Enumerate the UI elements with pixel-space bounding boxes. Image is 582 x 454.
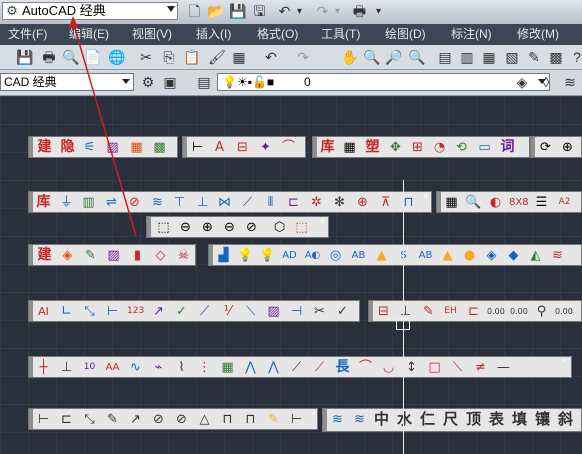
annotation-arrow-head: [68, 16, 78, 29]
annotation-arrow: [68, 16, 137, 237]
annotation-arrow-line: [72, 21, 137, 237]
